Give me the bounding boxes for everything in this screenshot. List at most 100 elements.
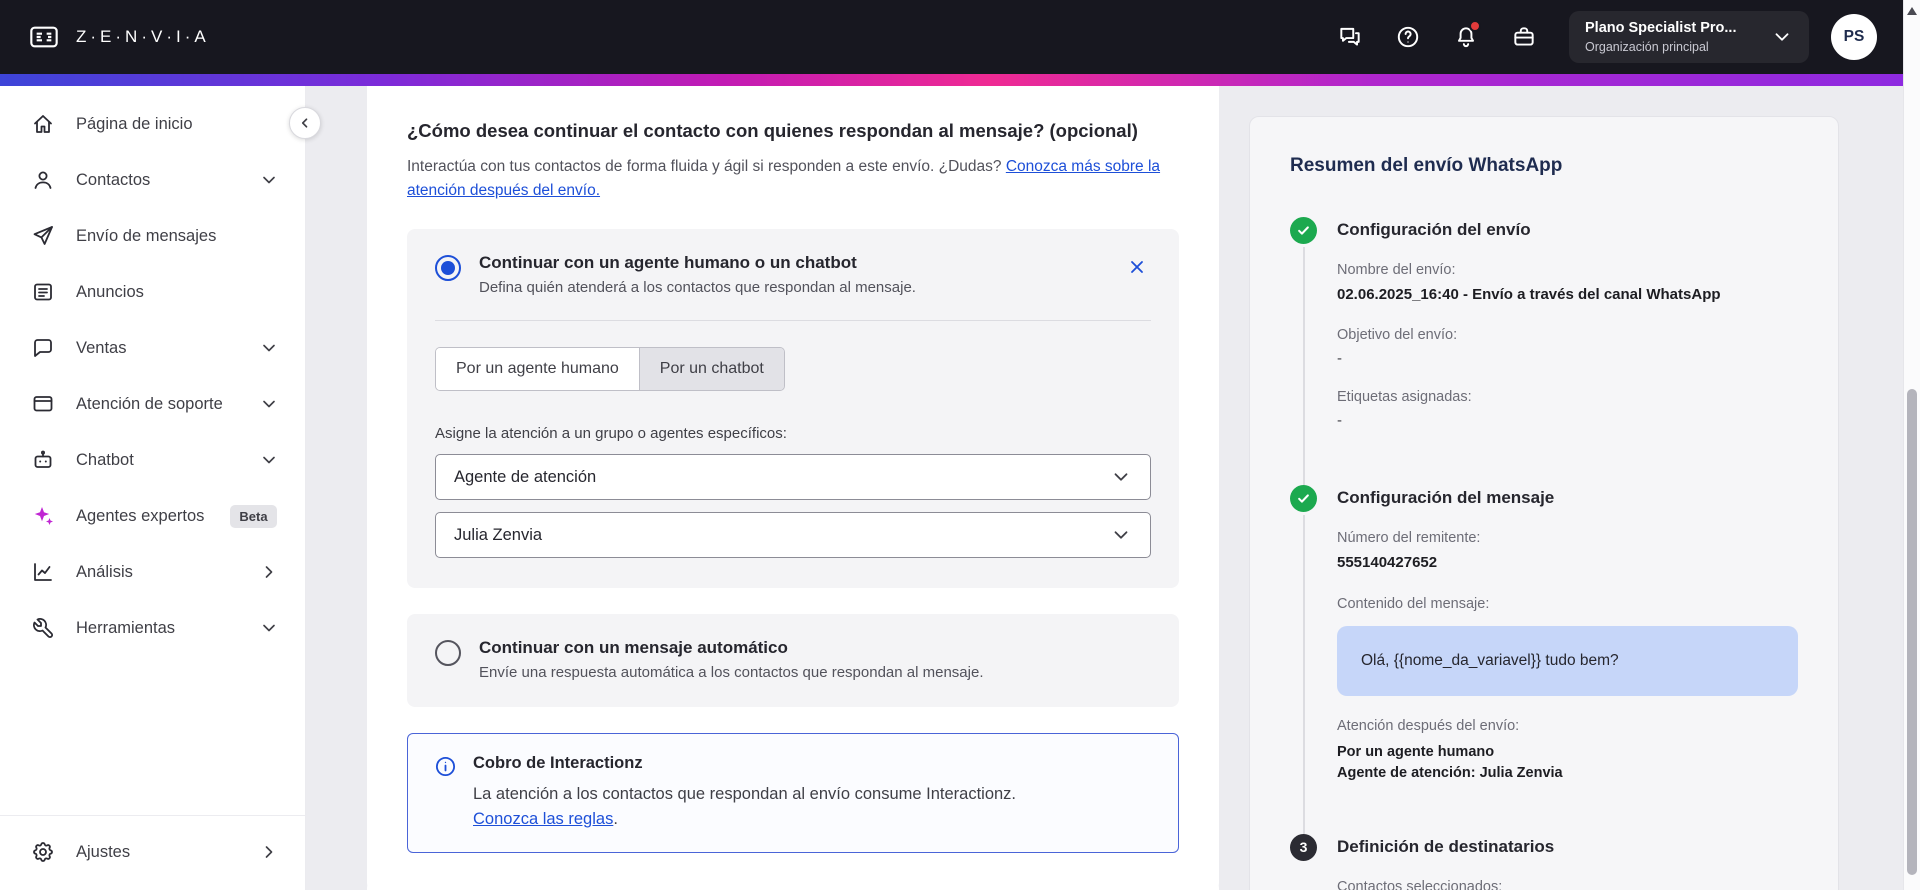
chevron-down-icon: [259, 170, 279, 190]
field-label: Número del remitente:: [1337, 530, 1481, 547]
agent-select[interactable]: Julia Zenvia: [435, 512, 1151, 559]
sidebar-item-contacts[interactable]: Contactos: [0, 152, 305, 208]
step-title: Configuración del mensaje: [1337, 488, 1555, 508]
option-auto-texts: Continuar con un mensaje automático Enví…: [479, 638, 984, 681]
sidebar-item-label: Ventas: [76, 338, 127, 357]
app-body: Página de inicio Contactos Envío de mens…: [0, 86, 1903, 890]
chevron-right-icon: [259, 562, 279, 582]
option-agent-card: Continuar con un agente humano o un chat…: [407, 229, 1179, 589]
plan-selector[interactable]: Plano Specialist Pro... Organización pri…: [1569, 11, 1809, 63]
plan-texts: Plano Specialist Pro... Organización pri…: [1585, 20, 1737, 54]
field-label: Objetivo del envío:: [1337, 327, 1458, 344]
sidebar-item-label: Herramientas: [76, 618, 176, 637]
option-agent-title: Continuar con un agente humano o un chat…: [479, 253, 857, 273]
beta-badge: Beta: [230, 504, 277, 528]
attendant-type-tabs: Por un agente humano Por un chatbot: [435, 347, 785, 392]
user-avatar[interactable]: PS: [1831, 14, 1877, 60]
rules-link[interactable]: Conozca las reglas: [473, 810, 613, 828]
step-number-badge: 3: [1290, 833, 1317, 861]
field-value: 02.06.2025_16:40 - Envío a través del ca…: [1337, 286, 1721, 303]
field-value: -: [1337, 412, 1342, 430]
step-body: Configuración del envío Nombre del envío…: [1337, 217, 1798, 429]
topbar: Z·E·N·V·I·A Plano Specialist Pro... Orga…: [0, 0, 1903, 74]
option-agent-texts: Continuar con un agente humano o un chat…: [479, 253, 916, 296]
gear-icon: [30, 839, 56, 865]
sidebar-item-label: Atención de soporte: [76, 394, 223, 413]
sidebar-item-analytics[interactable]: Análisis: [0, 544, 305, 600]
page-scrollbar[interactable]: [1903, 0, 1920, 890]
sidebar-item-support[interactable]: Atención de soporte: [0, 376, 305, 432]
field-value: 555140427652: [1337, 554, 1438, 572]
sidebar-item-label: Chatbot: [76, 450, 134, 469]
option-auto-header: Continuar con un mensaje automático Enví…: [435, 638, 1151, 681]
chat-bubbles-icon: [1337, 24, 1363, 50]
field-label: Atención después del envío:: [1337, 717, 1520, 734]
zenvia-logo[interactable]: Z·E·N·V·I·A: [26, 21, 210, 53]
option-auto-title: Continuar con un mensaje automático: [479, 638, 788, 658]
content-area: ¿Cómo desea continuar el contacto con qu…: [306, 86, 1903, 890]
sidebar-item-announcements[interactable]: Anuncios: [0, 264, 305, 320]
tab-chatbot[interactable]: Por un chatbot: [638, 348, 784, 391]
sidebar-item-label: Página de inicio: [76, 114, 193, 133]
conversations-button[interactable]: [1327, 14, 1373, 60]
brand-text: Z·E·N·V·I·A: [76, 27, 210, 46]
sidebar-item-label: Anuncios: [76, 282, 144, 301]
home-icon: [30, 111, 56, 137]
radio-auto-unselected[interactable]: [435, 640, 461, 667]
help-button[interactable]: [1385, 14, 1431, 60]
radio-agent-selected[interactable]: [435, 255, 461, 282]
check-circle-icon: [1290, 217, 1317, 244]
sidebar-item-messaging[interactable]: Envío de mensajes: [0, 208, 305, 264]
chevron-down-icon: [1110, 524, 1132, 546]
page: Z·E·N·V·I·A Plano Specialist Pro... Orga…: [0, 0, 1920, 890]
field-label: Contactos seleccionados:: [1337, 878, 1503, 890]
briefcase-icon: [1511, 24, 1537, 50]
person-icon: [30, 167, 56, 193]
summary-step-send-config: Configuración del envío Nombre del envío…: [1290, 217, 1798, 490]
newspaper-icon: [30, 279, 56, 305]
sidebar-item-chatbot[interactable]: Chatbot: [0, 432, 305, 488]
summary-step-message-config: Configuración del mensaje Número del rem…: [1290, 485, 1798, 838]
option-agent-header: Continuar con un agente humano o un chat…: [435, 253, 1151, 296]
attendant-group-value: Agente de atención: [454, 467, 597, 486]
chevron-down-icon: [259, 618, 279, 638]
sidebar: Página de inicio Contactos Envío de mens…: [0, 86, 321, 890]
sidebar-item-tools[interactable]: Herramientas: [0, 600, 305, 656]
question-description: Interactúa con tus contactos de forma fl…: [407, 155, 1169, 203]
workspace-button[interactable]: [1501, 14, 1547, 60]
sidebar-item-home[interactable]: Página de inicio: [0, 96, 305, 152]
field-value: Agente de atención: Julia Zenvia: [1337, 764, 1563, 781]
plan-title: Plano Specialist Pro...: [1585, 20, 1737, 36]
scrollbar-thumb[interactable]: [1907, 389, 1917, 875]
tab-human-agent[interactable]: Por un agente humano: [436, 348, 639, 391]
sidebar-item-expert-agents[interactable]: Agentes expertos Beta: [0, 488, 305, 544]
notification-dot: [1469, 20, 1481, 32]
option-auto-subtitle: Envíe una respuesta automática a los con…: [479, 664, 984, 682]
close-icon[interactable]: [1123, 253, 1151, 281]
sidebar-item-label: Envío de mensajes: [76, 226, 217, 245]
attendant-group-select[interactable]: Agente de atención: [435, 454, 1151, 501]
sidebar-item-label: Agentes expertos: [76, 506, 205, 525]
sidebar-item-settings[interactable]: Ajustes: [0, 824, 305, 880]
chevron-down-icon: [1110, 466, 1132, 488]
topbar-actions: Plano Specialist Pro... Organización pri…: [1327, 11, 1877, 63]
chevron-down-icon: [259, 394, 279, 414]
field-value: Por un agente humano: [1337, 743, 1495, 760]
after-send-config-card: ¿Cómo desea continuar el contacto con qu…: [367, 86, 1219, 890]
notifications-button[interactable]: [1443, 14, 1489, 60]
field-label: Etiquetas asignadas:: [1337, 389, 1472, 406]
plan-subtitle: Organización principal: [1585, 40, 1709, 54]
option-auto-card: Continuar con un mensaje automático Enví…: [407, 614, 1179, 708]
step-body: Configuración del mensaje Número del rem…: [1337, 485, 1798, 783]
zenvia-logo-icon: [26, 21, 62, 53]
sidebar-item-label: Contactos: [76, 170, 151, 189]
after-send-values: Por un agente humano Agente de atención:…: [1337, 742, 1798, 784]
field-value: -: [1337, 350, 1342, 368]
sidebar-item-label: Ajustes: [76, 842, 131, 861]
help-icon: [1395, 24, 1421, 50]
sidebar-collapse-button[interactable]: [289, 107, 321, 139]
sidebar-item-sales[interactable]: Ventas: [0, 320, 305, 376]
scrollbar-up-arrow-icon[interactable]: [1907, 7, 1917, 15]
billing-info-box: Cobro de Interactionz La atención a los …: [407, 733, 1179, 853]
check-circle-icon: [1290, 485, 1317, 513]
